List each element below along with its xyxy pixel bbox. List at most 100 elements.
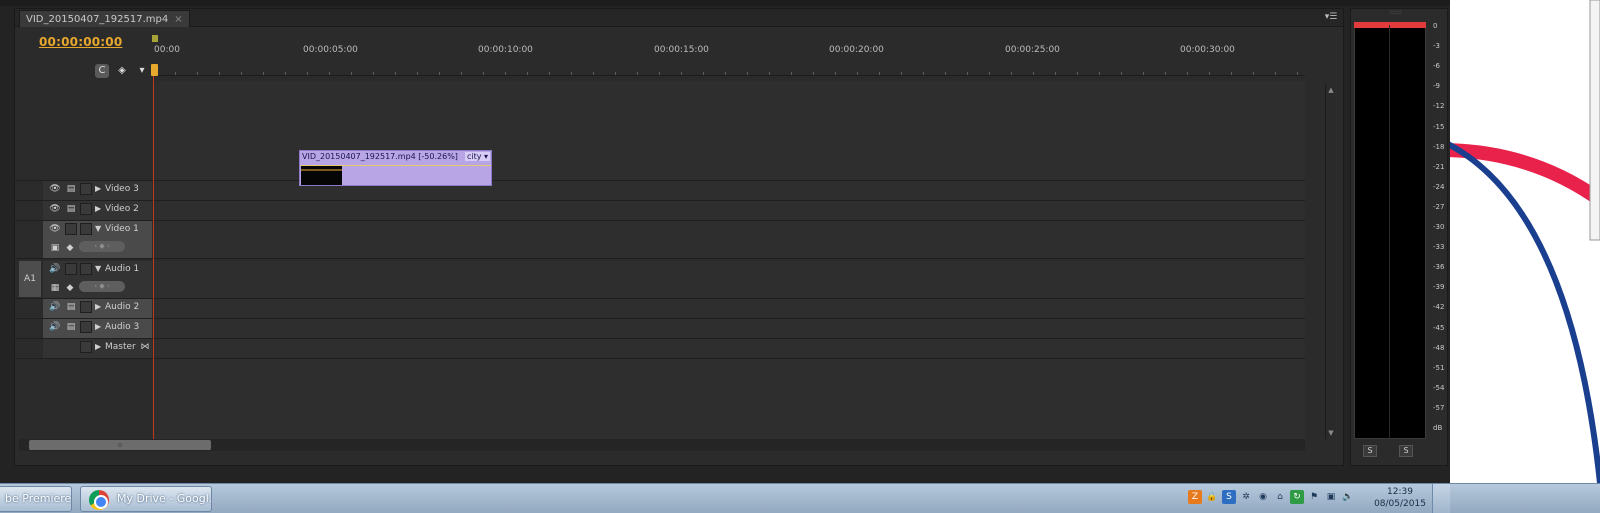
track-header-audio-1[interactable]: 🔊 ▼ Audio 1 ▦ ◆ ‹ ◆ › [43, 261, 152, 298]
show-desktop-button[interactable] [1432, 484, 1450, 513]
system-clock[interactable]: 12:39 08/05/2015 [1370, 486, 1430, 510]
track-lane[interactable] [153, 339, 1305, 358]
taskbar-chrome-button[interactable]: My Drive - Googl... [80, 486, 212, 512]
track-audio-3: 🔊 ▤ ▶ Audio 3 [15, 319, 1305, 339]
volume-icon[interactable]: 🔈 [1341, 490, 1355, 504]
video-clip[interactable]: VID_20150407_192517.mp4 [-50.26%] city ▾ [299, 150, 492, 186]
speaker-icon[interactable]: 🔊 [49, 263, 61, 275]
solo-right-button[interactable]: S [1399, 445, 1413, 457]
clock-date: 08/05/2015 [1374, 499, 1426, 509]
eye-icon[interactable]: 👁 [49, 203, 61, 215]
source-patch-a1[interactable]: A1 [19, 261, 41, 297]
expand-arrow-icon[interactable]: ▶ [95, 342, 101, 351]
track-header-audio-2[interactable]: 🔊 ▤ ▶ Audio 2 [43, 299, 152, 318]
keyframe-nav-pill[interactable]: ‹ ◆ › [79, 241, 125, 252]
track-header-video-1[interactable]: 👁 ▼ Video 1 ▣ ◆ ‹ ◆ › [43, 221, 152, 258]
track-lock-box[interactable] [80, 263, 92, 275]
vertical-scrollbar[interactable]: ▲ ▼ [1325, 84, 1335, 439]
lock-icon[interactable]: 🔒 [1205, 490, 1219, 504]
network-icon[interactable]: ▣ [1324, 490, 1338, 504]
marker-icon[interactable]: ◈ [115, 64, 129, 78]
track-header-master[interactable]: ▶ Master ⋈ [43, 339, 152, 358]
keyframe-icon[interactable]: ◆ [64, 242, 76, 254]
expand-arrow-icon[interactable]: ▶ [95, 204, 101, 213]
flag-icon[interactable]: ⚑ [1307, 490, 1321, 504]
scroll-thumb[interactable]: ≡ [29, 440, 211, 450]
top-strip [0, 0, 1450, 6]
panel-grip-icon[interactable]: :::::: [1389, 10, 1409, 16]
horizontal-scrollbar[interactable]: ≡ [19, 439, 1305, 451]
update-icon[interactable]: ◉ [1256, 490, 1270, 504]
taskbar-chrome-label: My Drive - Googl... [117, 492, 212, 505]
track-lock-box[interactable] [80, 203, 92, 215]
track-lock-box[interactable] [80, 301, 92, 313]
lock-toggle-icon[interactable]: ▤ [65, 301, 77, 313]
scroll-down-icon[interactable]: ▼ [1327, 429, 1335, 437]
meter-scale-label: -9 [1433, 82, 1440, 91]
panel-menu-icon[interactable]: ▾☰ [1323, 11, 1339, 23]
bluetooth-icon[interactable]: ✲ [1239, 490, 1253, 504]
tray-app-icon[interactable]: Z [1188, 490, 1202, 504]
track-name: Audio 2 [105, 302, 140, 312]
meter-scale-label: -51 [1433, 363, 1445, 372]
keyframe-nav-pill[interactable]: ‹ ◆ › [79, 281, 125, 292]
expand-arrow-icon[interactable]: ▶ [95, 184, 101, 193]
track-lock-box[interactable] [80, 223, 92, 235]
clip-thumbnail [301, 166, 342, 185]
lock-toggle-icon[interactable]: ▤ [65, 183, 77, 195]
ruler-label: 00:00:20:00 [829, 45, 884, 55]
collapse-arrow-icon[interactable]: ▼ [95, 224, 101, 233]
expand-arrow-icon[interactable]: ▶ [95, 322, 101, 331]
speaker-icon[interactable]: 🔊 [49, 301, 61, 313]
scroll-up-icon[interactable]: ▲ [1327, 86, 1335, 94]
meter-scale-label: -12 [1433, 102, 1445, 111]
wallpaper-graphic [1450, 0, 1600, 483]
eye-icon[interactable]: 👁 [49, 183, 61, 195]
track-lane[interactable] [153, 201, 1305, 220]
time-ruler[interactable]: 00:00 00:00:05:00 00:00:10:00 00:00:15:0… [151, 31, 1305, 90]
eye-icon[interactable]: 👁 [49, 223, 61, 235]
track-lane[interactable] [153, 221, 1305, 258]
sequence-tab[interactable]: VID_20150407_192517.mp4 × [19, 10, 190, 27]
solo-left-button[interactable]: S [1363, 445, 1377, 457]
track-header-audio-3[interactable]: 🔊 ▤ ▶ Audio 3 [43, 319, 152, 338]
track-lane[interactable] [153, 261, 1305, 298]
track-toggle-box[interactable] [65, 263, 77, 275]
meter-scale-label: -39 [1433, 283, 1445, 292]
expand-arrow-icon[interactable]: ▶ [95, 302, 101, 311]
track-name: Video 1 [105, 224, 139, 234]
collapse-arrow-icon[interactable]: ▼ [95, 264, 101, 273]
track-header-video-2[interactable]: 👁 ▤ ▶ Video 2 [43, 201, 152, 220]
waveform-icon[interactable]: ▦ [49, 282, 61, 294]
close-icon[interactable]: × [174, 14, 182, 25]
track-lock-box[interactable] [80, 183, 92, 195]
track-lock-box[interactable] [80, 321, 92, 333]
track-video-1: 👁 ▼ Video 1 ▣ ◆ ‹ ◆ › [15, 221, 1305, 259]
ruler-label: 00:00:05:00 [303, 45, 358, 55]
track-toggle-box[interactable] [65, 223, 77, 235]
taskbar: be Premiere P... My Drive - Googl... Z 🔒… [0, 483, 1600, 513]
in-point-marker[interactable] [152, 35, 158, 42]
shield-icon[interactable]: S [1222, 490, 1236, 504]
lock-toggle-icon[interactable]: ▤ [65, 203, 77, 215]
track-lock-box[interactable] [80, 341, 92, 353]
device-icon[interactable]: ⌂ [1273, 490, 1287, 504]
snap-icon[interactable]: C [95, 64, 109, 78]
lock-toggle-icon[interactable]: ▤ [65, 321, 77, 333]
track-lane[interactable] [153, 299, 1305, 318]
ruler-ticks [153, 64, 1305, 76]
track-lane[interactable] [153, 319, 1305, 338]
keyframe-icon[interactable]: ◆ [64, 282, 76, 294]
speaker-icon[interactable]: 🔊 [49, 321, 61, 333]
sync-icon[interactable]: ↻ [1290, 490, 1304, 504]
display-style-icon[interactable]: ▣ [49, 242, 61, 254]
timeline-tools: C ◈ ▾ [95, 64, 149, 80]
meter-scale-label: -6 [1433, 62, 1440, 71]
clip-opacity-dropdown[interactable]: city ▾ [465, 152, 491, 161]
playhead-line[interactable] [153, 76, 154, 441]
add-marker-icon[interactable]: ▾ [135, 64, 149, 78]
track-header-video-3[interactable]: 👁 ▤ ▶ Video 3 [43, 181, 152, 200]
playhead-timecode[interactable]: 00:00:00:00 [39, 35, 122, 49]
taskbar-premiere-button[interactable]: be Premiere P... [0, 486, 72, 512]
playhead-handle[interactable] [151, 64, 158, 76]
